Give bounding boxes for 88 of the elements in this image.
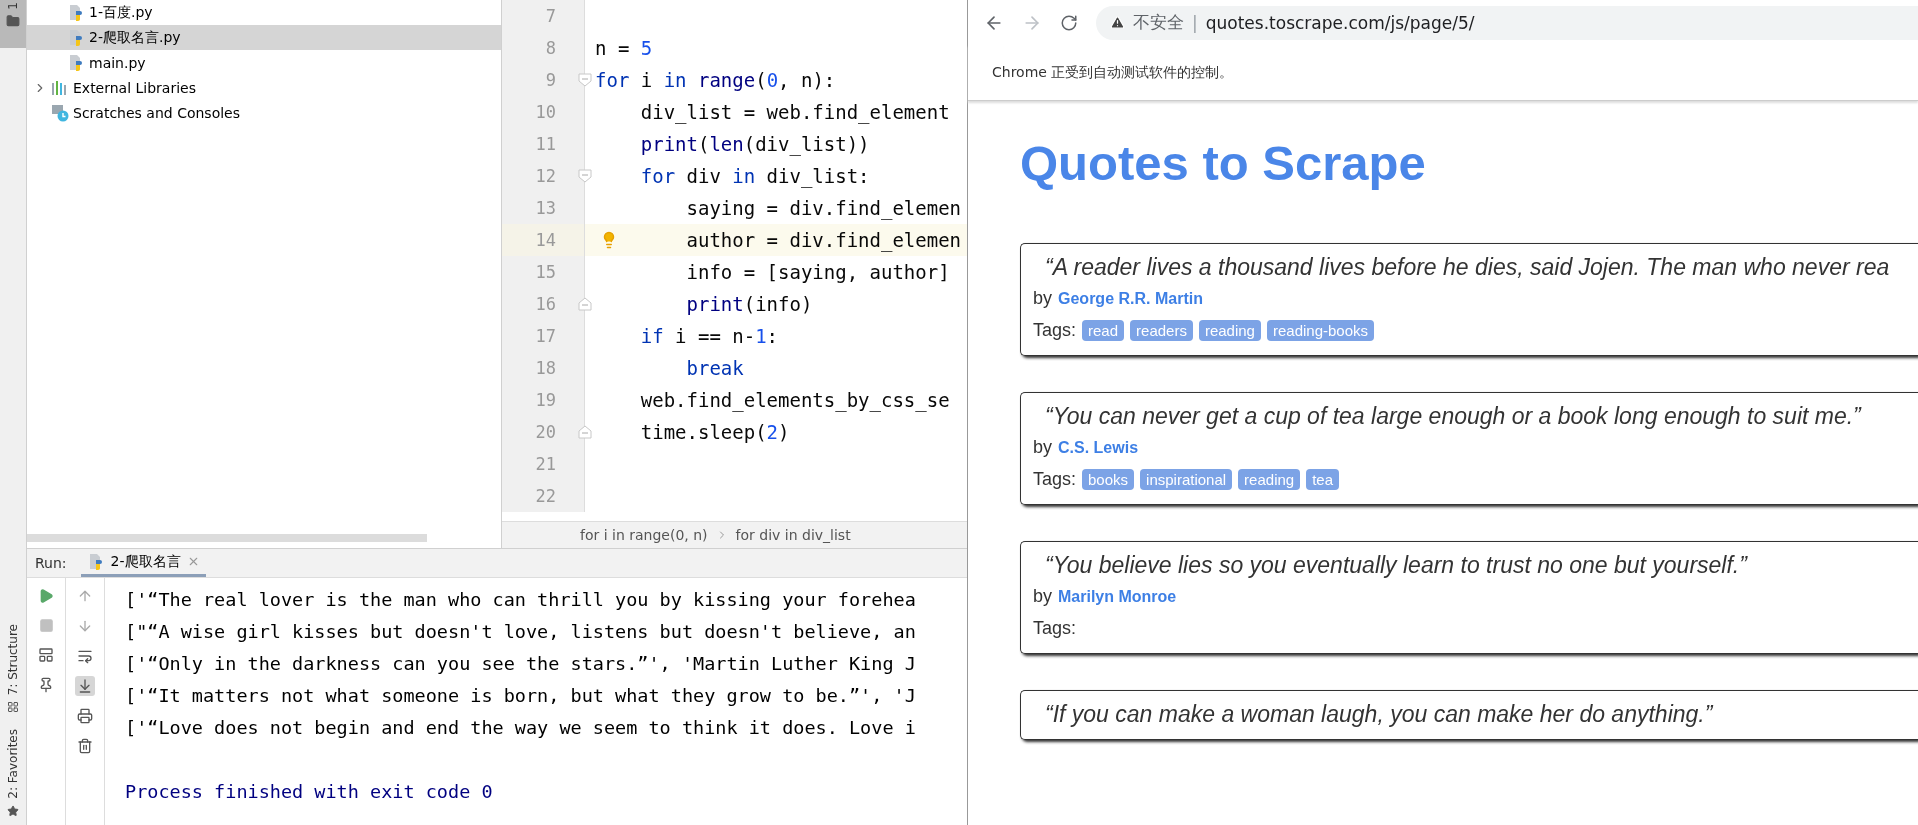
console-line: ['“Love does not begin and end the way we seem to think it does. Love i <box>125 716 917 740</box>
run-tab[interactable]: 2-爬取名言 <box>80 549 206 577</box>
line-number: 21 <box>534 454 556 474</box>
code-line: saying = div.find_elemen <box>686 197 962 219</box>
tool-window-tab[interactable]: 7: Structure <box>6 615 20 722</box>
line-number: 11 <box>534 134 556 154</box>
line-number: 15 <box>534 262 556 282</box>
console-line: ['“It matters not what someone is born, but what they grow to be.”', 'J <box>125 684 917 708</box>
breadcrumb-item[interactable]: for i in range(0, n) <box>580 527 708 543</box>
structure-icon <box>7 701 19 714</box>
line-number: 20 <box>534 422 556 442</box>
warning-icon <box>1110 15 1125 30</box>
line-number: 9 <box>544 70 556 90</box>
python-file-icon <box>67 3 85 22</box>
line-number: 13 <box>534 198 556 218</box>
code-line: for i in range(0, n): <box>595 69 836 91</box>
code-line: for div in div_list: <box>640 165 870 187</box>
fold-marker-icon[interactable] <box>578 73 592 87</box>
automation-infobar-text: Chrome 正受到自动测试软件的控制。 <box>992 63 1234 82</box>
code-line: n = 5 <box>595 37 653 59</box>
line-number: 19 <box>534 390 556 410</box>
run-icon[interactable] <box>38 588 54 604</box>
project-tree-item[interactable]: main.py <box>27 50 501 75</box>
by-label: by <box>1033 437 1052 458</box>
tags-label: Tags: <box>1033 319 1077 341</box>
code-line: author = div.find_elemen <box>686 229 962 251</box>
tool-window-tab[interactable]: 2: Favorites <box>6 721 20 825</box>
breadcrumb-item[interactable]: for div in div_list <box>735 527 851 543</box>
scrollbar-thumb[interactable] <box>27 534 427 542</box>
code-line: print(len(div_list)) <box>640 133 870 155</box>
address-bar[interactable]: 不安全 | quotes.toscrape.com/js/page/5/ <box>1096 5 1918 40</box>
code-line: div_list = web.find_element <box>640 101 950 123</box>
console-clock-icon <box>51 103 69 122</box>
code-line: print(info) <box>686 293 813 315</box>
console-line: ['“The real lover is the man who can thrill you by kissing your forehea <box>125 588 917 612</box>
divider: | <box>1192 12 1198 33</box>
project-tree-item[interactable]: 1-百度.py <box>27 0 501 25</box>
code-line: web.find_elements_by_css_se <box>640 389 950 411</box>
star-icon <box>7 805 19 817</box>
line-number: 10 <box>534 102 556 122</box>
line-number: 8 <box>544 38 556 58</box>
print-icon[interactable] <box>77 708 93 724</box>
line-number: 17 <box>534 326 556 346</box>
reload-icon[interactable] <box>1060 13 1078 32</box>
console-line: ['“Only in the darkness can you see the stars.”', 'Martin Luther King J <box>125 652 917 676</box>
tags-label: Tags: <box>1033 617 1077 639</box>
console-line: Process finished with exit code 0 <box>125 780 494 804</box>
quote-text: “A reader lives a thousand lives before he dies, said Jojen. The man who never rea <box>1044 253 1891 282</box>
fold-marker-icon[interactable] <box>578 425 592 439</box>
project-tree-item[interactable]: 2-爬取名言.py <box>27 25 501 50</box>
trash-icon[interactable] <box>77 738 93 754</box>
line-number: 16 <box>534 294 556 314</box>
project-tool-tab[interactable]: 1 <box>0 0 26 48</box>
python-file-icon <box>67 28 85 47</box>
page-title: Quotes to Scrape <box>1020 135 1427 191</box>
run-label: Run: <box>35 555 67 571</box>
console-line: ["“A wise girl kisses but doesn't love, listens but doesn't believe, an <box>125 620 917 644</box>
python-file-icon <box>67 53 85 72</box>
code-line: info = [saying, author] <box>686 261 950 283</box>
pin-icon[interactable] <box>38 677 54 693</box>
project-tree-item[interactable]: External Libraries <box>27 75 501 100</box>
fold-marker-icon[interactable] <box>578 297 592 311</box>
quote-text: “You can never get a cup of tea large enough or a book long enough to suit me.” <box>1044 402 1863 431</box>
project-tree-item[interactable]: Scratches and Consoles <box>27 100 501 125</box>
quote-text: “If you can make a woman laugh, you can make her do anything.” <box>1044 700 1715 729</box>
by-label: by <box>1033 288 1052 309</box>
by-label: by <box>1033 586 1052 607</box>
scroll-to-end-button[interactable] <box>75 676 95 696</box>
line-number: 7 <box>544 6 556 26</box>
author-link[interactable]: C.S. Lewis <box>1058 439 1139 457</box>
tags-label: Tags: <box>1033 468 1077 490</box>
author-link[interactable]: Marilyn Monroe <box>1058 588 1177 606</box>
line-number: 18 <box>534 358 556 378</box>
layout-icon[interactable] <box>38 647 54 663</box>
code-line: if i == n-1: <box>640 325 779 347</box>
line-number: 22 <box>534 486 556 506</box>
quote-text: “You believe lies so you eventually learn to trust no one but yourself.” <box>1044 551 1749 580</box>
fold-marker-icon[interactable] <box>578 169 592 183</box>
author-link[interactable]: George R.R. Martin <box>1058 290 1203 308</box>
scroll-to-end-icon <box>77 678 93 694</box>
code-line: break <box>686 357 744 379</box>
folder-icon <box>6 13 20 28</box>
library-bars-icon <box>51 79 69 96</box>
line-number: 12 <box>534 166 556 186</box>
stop-icon[interactable] <box>38 618 54 633</box>
code-line: time.sleep(2) <box>640 421 790 443</box>
line-number: 14 <box>534 230 556 250</box>
soft-wrap-icon[interactable] <box>77 648 93 664</box>
